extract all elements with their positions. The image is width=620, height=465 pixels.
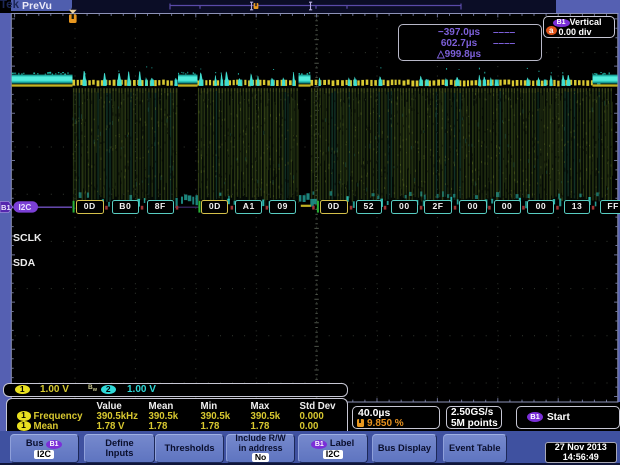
svg-text:I2C: I2C bbox=[19, 203, 32, 212]
svg-text:B1: B1 bbox=[1, 203, 11, 212]
